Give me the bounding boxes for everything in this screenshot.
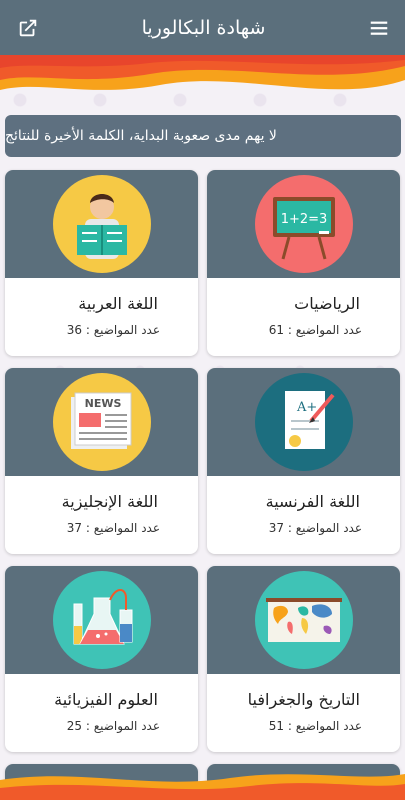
subject-card-history-geography[interactable]: التاريخ والجغرافيا عدد المواضيع : 51 <box>207 566 400 752</box>
card-header <box>5 170 198 278</box>
subject-card-math[interactable]: 1+2=3 الرياضيات عدد المواضيع : 61 <box>207 170 400 356</box>
lab-flask-icon <box>52 571 151 669</box>
graded-paper-icon: A+ <box>254 373 353 471</box>
subject-name: الرياضيات <box>294 294 360 313</box>
card-header: 1+2=3 <box>207 170 400 278</box>
hamburger-menu-icon[interactable] <box>367 16 391 40</box>
header-wave-decoration <box>0 55 405 90</box>
newspaper-icon: NEWS <box>52 373 151 471</box>
subject-card-arabic[interactable]: اللغة العربية عدد المواضيع : 36 <box>5 170 198 356</box>
subject-count: عدد المواضيع : 37 <box>268 521 362 535</box>
card-header <box>5 566 198 674</box>
subject-count: عدد المواضيع : 61 <box>268 323 362 337</box>
subject-name: اللغة الإنجليزية <box>61 492 158 511</box>
subject-card-french[interactable]: A+ اللغة الفرنسية عدد المواضيع : 37 <box>207 368 400 554</box>
subject-name: العلوم الفيزيائية <box>54 690 158 709</box>
subject-count: عدد المواضيع : 37 <box>66 521 160 535</box>
app-title: شهادة البكالوريا <box>141 16 266 39</box>
subject-count: عدد المواضيع : 51 <box>268 719 362 733</box>
svg-text:NEWS: NEWS <box>84 397 121 410</box>
subject-card-physics[interactable]: العلوم الفيزيائية عدد المواضيع : 25 <box>5 566 198 752</box>
subject-name: اللغة الفرنسية <box>265 492 360 511</box>
card-header <box>207 566 400 674</box>
subject-name: التاريخ والجغرافيا <box>247 690 360 709</box>
subject-name: اللغة العربية <box>78 294 158 313</box>
svg-text:A+: A+ <box>296 400 317 415</box>
footer-wave-decoration <box>0 774 405 800</box>
banner-text: لا يهم مدى صعوبة البداية، الكلمة الأخيرة… <box>5 128 277 144</box>
card-header: NEWS <box>5 368 198 476</box>
math-blackboard-icon: 1+2=3 <box>254 175 353 273</box>
app-bar: شهادة البكالوريا <box>0 0 405 55</box>
open-external-icon[interactable] <box>16 16 40 40</box>
motivation-banner: لا يهم مدى صعوبة البداية، الكلمة الأخيرة… <box>5 115 401 157</box>
subject-card-english[interactable]: NEWS اللغة الإنجليزية عدد المواضيع : 37 <box>5 368 198 554</box>
subject-count: عدد المواضيع : 25 <box>66 719 160 733</box>
reading-student-icon <box>52 175 151 273</box>
world-map-icon <box>254 571 353 669</box>
card-header: A+ <box>207 368 400 476</box>
subject-count: عدد المواضيع : 36 <box>66 323 160 337</box>
svg-text:1+2=3: 1+2=3 <box>280 212 327 227</box>
